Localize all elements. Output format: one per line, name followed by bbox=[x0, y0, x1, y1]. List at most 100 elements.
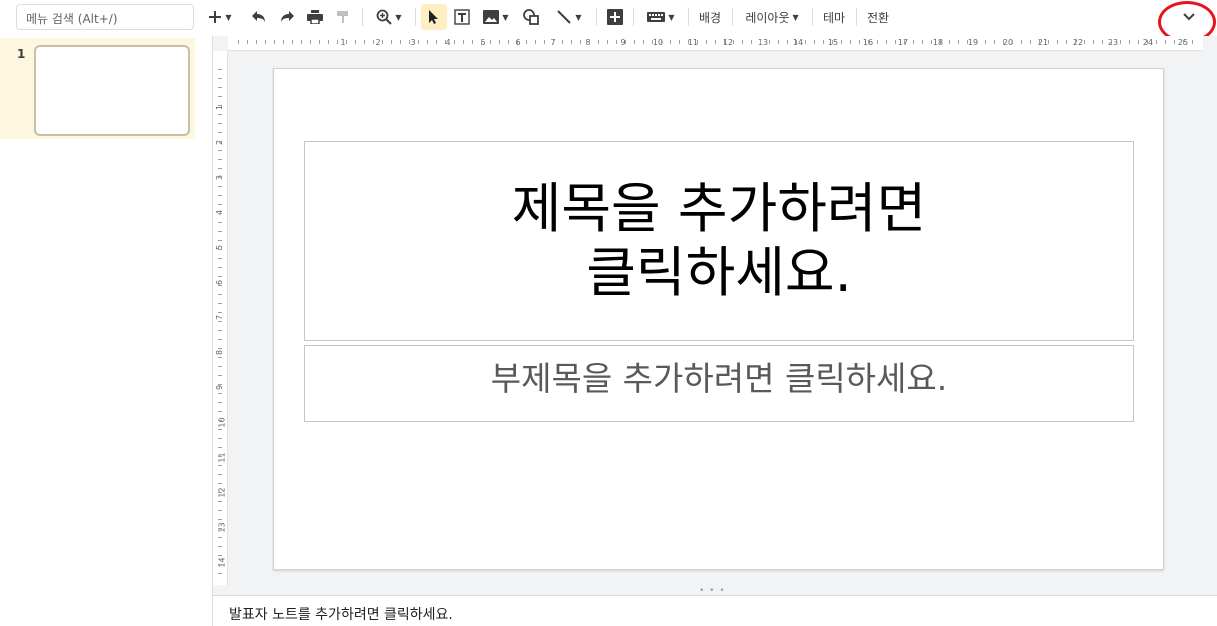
ruler-tick bbox=[218, 267, 222, 268]
ruler-tick bbox=[958, 40, 959, 44]
ruler-tick bbox=[218, 429, 222, 430]
ruler-tick bbox=[337, 40, 338, 44]
slide-canvas[interactable]: 제목을 추가하려면 클릭하세요. 부제목을 추가하려면 클릭하세요. bbox=[273, 68, 1164, 570]
ruler-tick bbox=[218, 483, 222, 484]
title-placeholder[interactable]: 제목을 추가하려면 클릭하세요. bbox=[304, 141, 1134, 341]
textbox-button[interactable] bbox=[450, 4, 474, 30]
ruler-tick bbox=[218, 384, 222, 385]
shape-button[interactable] bbox=[519, 4, 543, 30]
speaker-notes[interactable]: 발표자 노트를 추가하려면 클릭하세요. bbox=[213, 595, 1217, 626]
theme-button[interactable]: 테마 bbox=[818, 4, 850, 30]
print-button[interactable] bbox=[303, 4, 327, 30]
paint-format-icon bbox=[337, 11, 348, 23]
ruler-tick bbox=[841, 40, 842, 44]
layout-button[interactable]: 레이아웃 ▼ bbox=[740, 4, 804, 30]
slide-thumbnail-selected[interactable]: 1 bbox=[0, 38, 195, 139]
ruler-tick bbox=[218, 132, 222, 133]
toolbar-separator bbox=[596, 8, 597, 26]
ruler-tick bbox=[1048, 40, 1049, 44]
ruler-tick bbox=[218, 420, 222, 421]
ruler-tick bbox=[218, 474, 222, 475]
zoom-button[interactable]: ▼ bbox=[368, 4, 410, 30]
ruler-tick bbox=[904, 40, 905, 44]
ruler-tick bbox=[218, 510, 222, 511]
ruler-label: 7 bbox=[215, 314, 225, 321]
ruler-tick bbox=[382, 40, 383, 44]
select-tool-button[interactable] bbox=[421, 4, 447, 30]
new-slide-button[interactable]: ▼ bbox=[199, 4, 241, 30]
ruler-tick bbox=[218, 375, 222, 376]
image-button[interactable]: ▼ bbox=[478, 4, 514, 30]
slide-thumbnail[interactable] bbox=[34, 45, 190, 136]
ruler-tick bbox=[814, 40, 815, 44]
redo-icon bbox=[281, 11, 294, 22]
ruler-tick bbox=[238, 40, 239, 44]
paint-format-button[interactable] bbox=[331, 4, 355, 30]
redo-button[interactable] bbox=[275, 4, 299, 30]
ruler-tick bbox=[218, 105, 222, 106]
textbox-icon bbox=[454, 9, 470, 25]
ruler-tick bbox=[1138, 40, 1139, 44]
ruler-tick bbox=[625, 40, 626, 44]
transition-button[interactable]: 전환 bbox=[862, 4, 894, 30]
ruler-tick bbox=[1156, 40, 1157, 44]
ruler-label: 9 bbox=[215, 384, 225, 391]
ruler-tick bbox=[886, 40, 887, 44]
ruler-tick bbox=[598, 40, 599, 44]
comment-button[interactable] bbox=[603, 4, 627, 30]
ruler-tick bbox=[355, 40, 356, 44]
ruler-tick bbox=[346, 40, 347, 44]
menu-search-input[interactable]: 메뉴 검색 (Alt+/) bbox=[16, 4, 194, 30]
ruler-tick bbox=[218, 222, 222, 223]
ruler-tick bbox=[1174, 40, 1175, 44]
ruler-tick bbox=[218, 357, 222, 358]
ruler-tick bbox=[985, 40, 986, 44]
ruler-tick bbox=[218, 519, 222, 520]
shape-icon bbox=[523, 9, 539, 25]
ruler-label: 11 bbox=[217, 452, 227, 463]
vertical-ruler[interactable]: 1234567891011121314 bbox=[213, 51, 228, 585]
ruler-tick bbox=[218, 150, 222, 151]
line-button[interactable]: ▼ bbox=[548, 4, 590, 30]
comment-icon bbox=[607, 9, 623, 25]
ruler-tick bbox=[1084, 40, 1085, 44]
ruler-tick bbox=[218, 402, 222, 403]
ruler-tick bbox=[526, 40, 527, 44]
ruler-tick bbox=[661, 40, 662, 44]
subtitle-placeholder[interactable]: 부제목을 추가하려면 클릭하세요. bbox=[304, 345, 1134, 422]
slide-number: 1 bbox=[17, 47, 26, 61]
ruler-tick bbox=[218, 258, 222, 259]
ruler-tick bbox=[742, 40, 743, 44]
ruler-tick bbox=[1165, 40, 1166, 44]
ruler-tick bbox=[391, 40, 392, 44]
ruler-tick bbox=[364, 40, 365, 44]
ruler-label: 14 bbox=[217, 557, 227, 568]
ruler-tick bbox=[643, 40, 644, 44]
ruler-tick bbox=[292, 40, 293, 44]
ruler-tick bbox=[301, 40, 302, 44]
ruler-tick bbox=[409, 40, 410, 44]
ruler-label: 2 bbox=[375, 38, 381, 47]
ruler-tick bbox=[499, 40, 500, 44]
background-button[interactable]: 배경 bbox=[694, 4, 726, 30]
input-tools-button[interactable]: ▼ bbox=[640, 4, 682, 30]
ruler-tick bbox=[895, 40, 896, 44]
ruler-tick bbox=[1129, 40, 1130, 44]
ruler-tick bbox=[670, 40, 671, 44]
ruler-tick bbox=[218, 456, 222, 457]
ruler-tick bbox=[463, 40, 464, 44]
ruler-tick bbox=[607, 40, 608, 44]
ruler-tick bbox=[218, 564, 222, 565]
toolbar: 메뉴 검색 (Alt+/) ▼ ▼ ▼ ▼ ▼ 배경 레이아웃 ▼ 테마 전환 bbox=[0, 0, 1217, 43]
ruler-tick bbox=[265, 40, 266, 44]
undo-button[interactable] bbox=[247, 4, 271, 30]
ruler-tick bbox=[472, 40, 473, 44]
ruler-tick bbox=[652, 40, 653, 44]
ruler-tick bbox=[319, 40, 320, 44]
ruler-tick bbox=[877, 40, 878, 44]
horizontal-ruler[interactable]: 1234567891011121314151617181920212223242… bbox=[228, 36, 1203, 51]
ruler-tick bbox=[218, 393, 222, 394]
ruler-tick bbox=[535, 40, 536, 44]
ruler-tick bbox=[769, 40, 770, 44]
ruler-tick bbox=[778, 40, 779, 44]
